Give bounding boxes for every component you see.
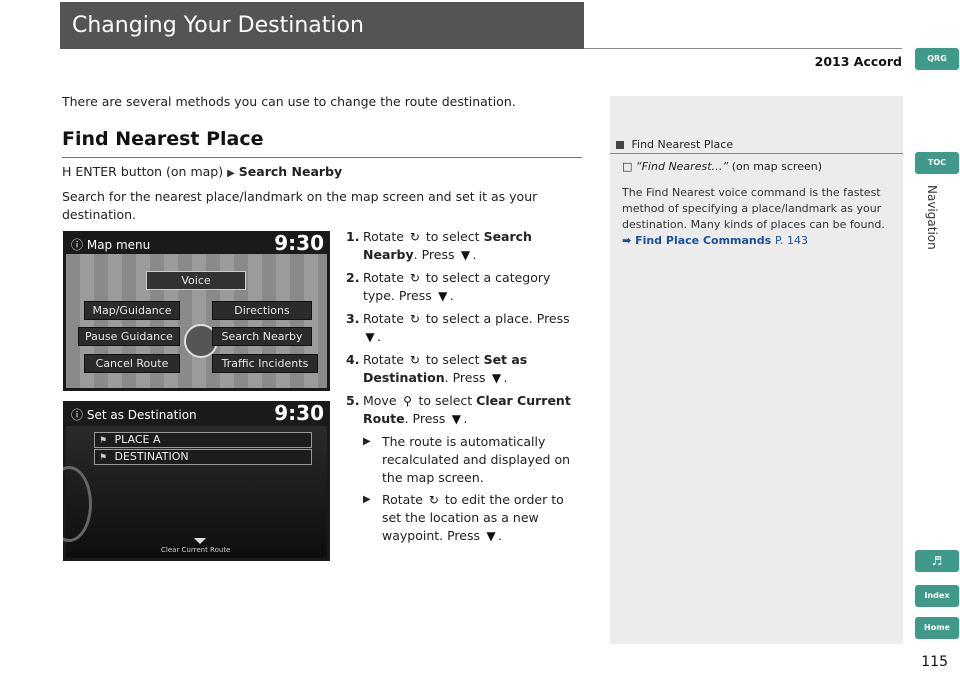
list-item[interactable]: ⚑ PLACE A bbox=[94, 432, 312, 448]
link-arrow-icon: ➡ bbox=[622, 234, 632, 247]
press-enter-icon: ▼ bbox=[460, 248, 471, 262]
clock: 9:30 bbox=[274, 231, 324, 255]
section-tab-navigation: Navigation bbox=[925, 185, 939, 250]
step-5: 5. Move ⚲ to select Clear Current Route.… bbox=[346, 393, 571, 426]
intro-text: There are several methods you can use to… bbox=[62, 94, 516, 109]
voice-button[interactable]: Voice bbox=[146, 271, 246, 290]
voice-tab[interactable]: ♬ bbox=[915, 550, 959, 572]
car-model: 2013 Accord bbox=[814, 54, 902, 69]
index-tab[interactable]: Index bbox=[915, 585, 959, 607]
map-background: Voice Map/Guidance Directions Pause Guid… bbox=[66, 254, 327, 388]
press-enter-icon: ▼ bbox=[486, 529, 496, 543]
move-joystick-icon: ⚲ bbox=[403, 394, 412, 408]
press-enter-icon: ▼ bbox=[438, 289, 448, 303]
path-prefix: ENTER button (on map) bbox=[75, 164, 224, 179]
qrg-tab[interactable]: QRG bbox=[915, 48, 959, 70]
page-title: Changing Your Destination bbox=[72, 13, 364, 38]
toc-tab[interactable]: TOC bbox=[915, 152, 959, 174]
section-rule bbox=[62, 157, 582, 158]
home-key-icon: H bbox=[62, 164, 72, 179]
press-enter-icon: ▼ bbox=[491, 371, 502, 385]
scroll-down-icon[interactable] bbox=[194, 538, 206, 544]
arrow-icon: ▶ bbox=[227, 168, 235, 179]
list-item[interactable]: ⚑ DESTINATION bbox=[94, 449, 312, 465]
voice-icon: □ bbox=[622, 160, 633, 173]
clock: 9:30 bbox=[274, 401, 324, 425]
path-target: Search Nearby bbox=[238, 164, 343, 179]
step-2: 2. Rotate ↻ to select a category type. P… bbox=[346, 270, 551, 303]
directions-button[interactable]: Directions bbox=[212, 301, 312, 320]
map-guidance-button[interactable]: Map/Guidance bbox=[84, 301, 180, 320]
set-destination-screenshot: ⓘ Set as Destination 9:30 ⚑ PLACE A ⚑ DE… bbox=[63, 401, 330, 561]
dial-arc bbox=[63, 466, 92, 542]
arrow-icon: ▶ bbox=[363, 436, 371, 447]
destination-icon: ⚑ bbox=[98, 453, 108, 463]
clear-current-route-label[interactable]: Clear Current Route bbox=[161, 546, 230, 554]
step-3: 3. Rotate ↻ to select a place. Press ▼. bbox=[346, 311, 570, 344]
rotate-knob-icon: ↻ bbox=[409, 312, 420, 326]
pause-guidance-button[interactable]: Pause Guidance bbox=[78, 327, 180, 346]
info-icon: ⓘ bbox=[71, 238, 84, 252]
step-4: 4. Rotate ↻ to select Set as Destination… bbox=[346, 352, 528, 385]
sidebar-rule bbox=[610, 153, 903, 154]
press-enter-icon: ▼ bbox=[365, 330, 375, 344]
rotate-knob-icon: ↻ bbox=[409, 353, 420, 367]
step-5-note-1: ▶ The route is automatically recalculate… bbox=[363, 434, 571, 485]
search-nearby-button[interactable]: Search Nearby bbox=[212, 327, 312, 346]
rotate-knob-icon: ↻ bbox=[409, 271, 420, 285]
rotate-knob-icon: ↻ bbox=[409, 230, 420, 244]
find-place-commands-link[interactable]: ➡ Find Place Commands P. 143 bbox=[622, 233, 892, 249]
voice-icon: ♬ bbox=[931, 554, 943, 568]
map-menu-screenshot: ⓘ Map menu 9:30 Voice Map/Guidance Direc… bbox=[63, 231, 330, 391]
steps-list: 1. Rotate ↻ to select Search Nearby. Pre… bbox=[346, 228, 582, 549]
section-description: Search for the nearest place/landmark on… bbox=[62, 189, 538, 222]
header-rule bbox=[584, 48, 902, 49]
destination-list-area: ⚑ PLACE A ⚑ DESTINATION Clear Current Ro… bbox=[63, 426, 327, 558]
page-number: 115 bbox=[921, 654, 948, 670]
press-enter-icon: ▼ bbox=[451, 412, 462, 426]
set-destination-title: ⓘ Set as Destination bbox=[71, 408, 197, 422]
sidebar-heading: Find Nearest Place bbox=[616, 138, 733, 151]
section-heading: Find Nearest Place bbox=[62, 128, 264, 150]
waypoint-icon: ⚑ bbox=[98, 436, 108, 446]
map-menu-title: ⓘ Map menu bbox=[71, 238, 151, 252]
sidebar-note: Find Nearest Place □ “Find Nearest…” (on… bbox=[610, 96, 903, 644]
traffic-incidents-button[interactable]: Traffic Incidents bbox=[212, 354, 318, 373]
rotate-knob-icon: ↻ bbox=[428, 493, 439, 507]
sidebar-text: The Find Nearest voice command is the fa… bbox=[622, 185, 892, 249]
voice-command: □ “Find Nearest…” (on map screen) bbox=[622, 160, 823, 173]
title-bar: Changing Your Destination bbox=[60, 2, 584, 49]
info-icon: ⓘ bbox=[71, 408, 84, 422]
home-tab[interactable]: Home bbox=[915, 617, 959, 639]
step-1: 1. Rotate ↻ to select Search Nearby. Pre… bbox=[346, 229, 532, 262]
step-5-note-2: ▶ Rotate ↻ to edit the order to set the … bbox=[363, 492, 564, 543]
menu-path: H ENTER button (on map) ▶ Search Nearby bbox=[62, 164, 342, 179]
arrow-icon: ▶ bbox=[363, 494, 371, 505]
cancel-route-button[interactable]: Cancel Route bbox=[84, 354, 180, 373]
note-marker-icon bbox=[616, 141, 624, 149]
